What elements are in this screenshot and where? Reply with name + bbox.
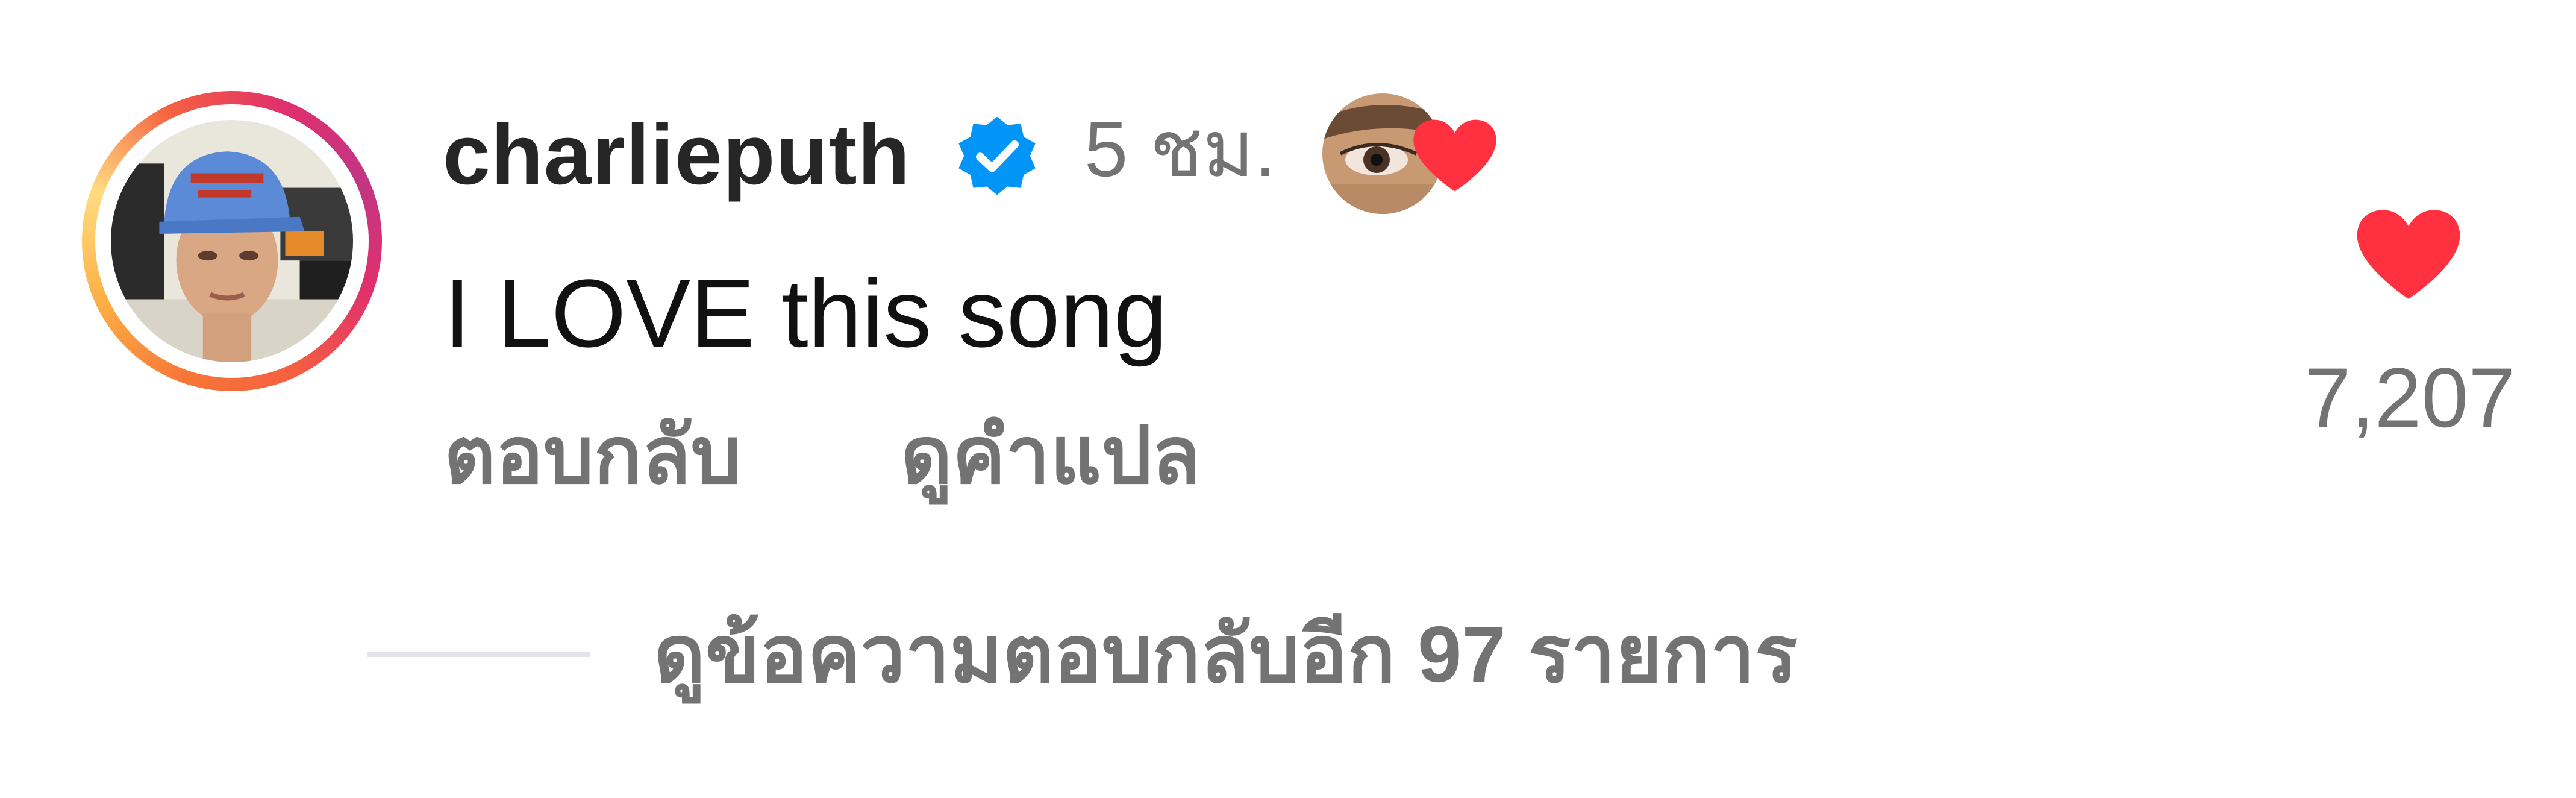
like-heart-icon[interactable]: [2352, 205, 2465, 304]
avatar[interactable]: [111, 120, 353, 362]
author-like-heart-icon: [1413, 119, 1496, 192]
username[interactable]: charlieputh: [443, 112, 910, 198]
verified-badge-icon: [958, 116, 1036, 195]
timestamp: 5 ชม.: [1084, 105, 1277, 193]
avatar-image: [111, 120, 353, 362]
reply-button[interactable]: ตอบกลับ: [444, 416, 741, 495]
view-replies-button[interactable]: ดูข้อความตอบกลับอีก 97 รายการ: [654, 615, 1798, 694]
replies-divider-line: [367, 652, 590, 657]
avatar-story-ring[interactable]: [82, 91, 382, 391]
comment-text: I LOVE this song: [444, 259, 1168, 367]
see-translation-button[interactable]: ดูคำแปล: [901, 416, 1201, 495]
like-count[interactable]: 7,207: [2295, 356, 2524, 440]
